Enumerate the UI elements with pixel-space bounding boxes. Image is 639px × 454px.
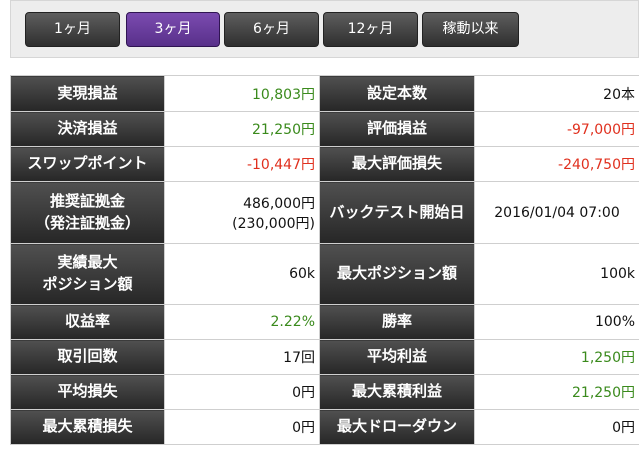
return-rate-label: 収益率	[10, 304, 165, 340]
valuation-pl-label: 評価損益	[319, 111, 475, 147]
table-row: 取引回数 17回 平均利益 1,250円	[10, 339, 639, 375]
max-actual-position-label: 実績最大 ポジション額	[10, 243, 165, 305]
max-actual-position-label-line2: ポジション額	[42, 275, 133, 293]
tab-12-months[interactable]: 12ヶ月	[323, 12, 418, 47]
tab-3-months[interactable]: 3ヶ月	[126, 12, 220, 47]
table-row: 最大累積損失 0円 最大ドローダウン 0円	[10, 409, 639, 445]
period-selector: 1ヶ月 3ヶ月 6ヶ月 12ヶ月 稼動以来	[10, 0, 639, 58]
max-cum-profit-value: 21,250円	[474, 374, 639, 410]
table-row: 平均損失 0円 最大累積利益 21,250円	[10, 374, 639, 410]
table-row: 推奨証拠金 （発注証拠金） 486,000円 (230,000円) バックテスト…	[10, 181, 639, 244]
max-actual-position-label-line1: 実績最大	[57, 253, 118, 272]
max-valuation-loss-value: -240,750円	[474, 146, 639, 182]
table-row: 決済損益 21,250円 評価損益 -97,000円	[10, 111, 639, 147]
max-drawdown-value: 0円	[474, 409, 639, 445]
avg-loss-value: 0円	[164, 374, 320, 410]
table-row: 実現損益 10,803円 設定本数 20本	[10, 75, 639, 112]
return-rate-value: 2.22%	[164, 304, 320, 340]
setting-count-label: 設定本数	[319, 75, 475, 112]
setting-count-value: 20本	[474, 75, 639, 112]
avg-profit-label: 平均利益	[319, 339, 475, 375]
table-row: 収益率 2.22% 勝率 100%	[10, 304, 639, 340]
recommended-margin-label-line1: 推奨証拠金	[49, 191, 125, 210]
max-cum-loss-label: 最大累積損失	[10, 409, 165, 445]
max-valuation-loss-label: 最大評価損失	[319, 146, 475, 182]
tab-since-start[interactable]: 稼動以来	[422, 12, 519, 47]
recommended-margin-label-line2: （発注証拠金）	[34, 213, 140, 232]
backtest-start-value: 2016/01/04 07:00	[474, 181, 639, 244]
recommended-margin-value: 486,000円 (230,000円)	[164, 181, 320, 244]
max-drawdown-label: 最大ドローダウン	[319, 409, 475, 445]
avg-loss-label: 平均損失	[10, 374, 165, 410]
recommended-margin-value-line2: (230,000円)	[232, 215, 315, 232]
swap-points-value: -10,447円	[164, 146, 320, 182]
avg-profit-value: 1,250円	[474, 339, 639, 375]
table-row: 実績最大 ポジション額 60k 最大ポジション額 100k	[10, 243, 639, 305]
win-rate-label: 勝率	[319, 304, 475, 340]
valuation-pl-value: -97,000円	[474, 111, 639, 147]
settlement-pl-label: 決済損益	[10, 111, 165, 147]
realized-pl-label: 実現損益	[10, 75, 165, 112]
max-position-label: 最大ポジション額	[319, 243, 475, 305]
stats-table: 実現損益 10,803円 設定本数 20本 決済損益 21,250円 評価損益 …	[10, 75, 639, 445]
recommended-margin-value-line1: 486,000円	[243, 195, 315, 212]
tab-6-months[interactable]: 6ヶ月	[224, 12, 319, 47]
settlement-pl-value: 21,250円	[164, 111, 320, 147]
trade-count-value: 17回	[164, 339, 320, 375]
recommended-margin-label: 推奨証拠金 （発注証拠金）	[10, 181, 165, 244]
max-actual-position-value: 60k	[164, 243, 320, 305]
realized-pl-value: 10,803円	[164, 75, 320, 112]
trade-count-label: 取引回数	[10, 339, 165, 375]
backtest-start-label: バックテスト開始日	[319, 181, 475, 244]
table-row: スワップポイント -10,447円 最大評価損失 -240,750円	[10, 146, 639, 182]
max-cum-loss-value: 0円	[164, 409, 320, 445]
max-cum-profit-label: 最大累積利益	[319, 374, 475, 410]
swap-points-label: スワップポイント	[10, 146, 165, 182]
max-position-value: 100k	[474, 243, 639, 305]
win-rate-value: 100%	[474, 304, 639, 340]
tab-1-month[interactable]: 1ヶ月	[25, 12, 120, 47]
